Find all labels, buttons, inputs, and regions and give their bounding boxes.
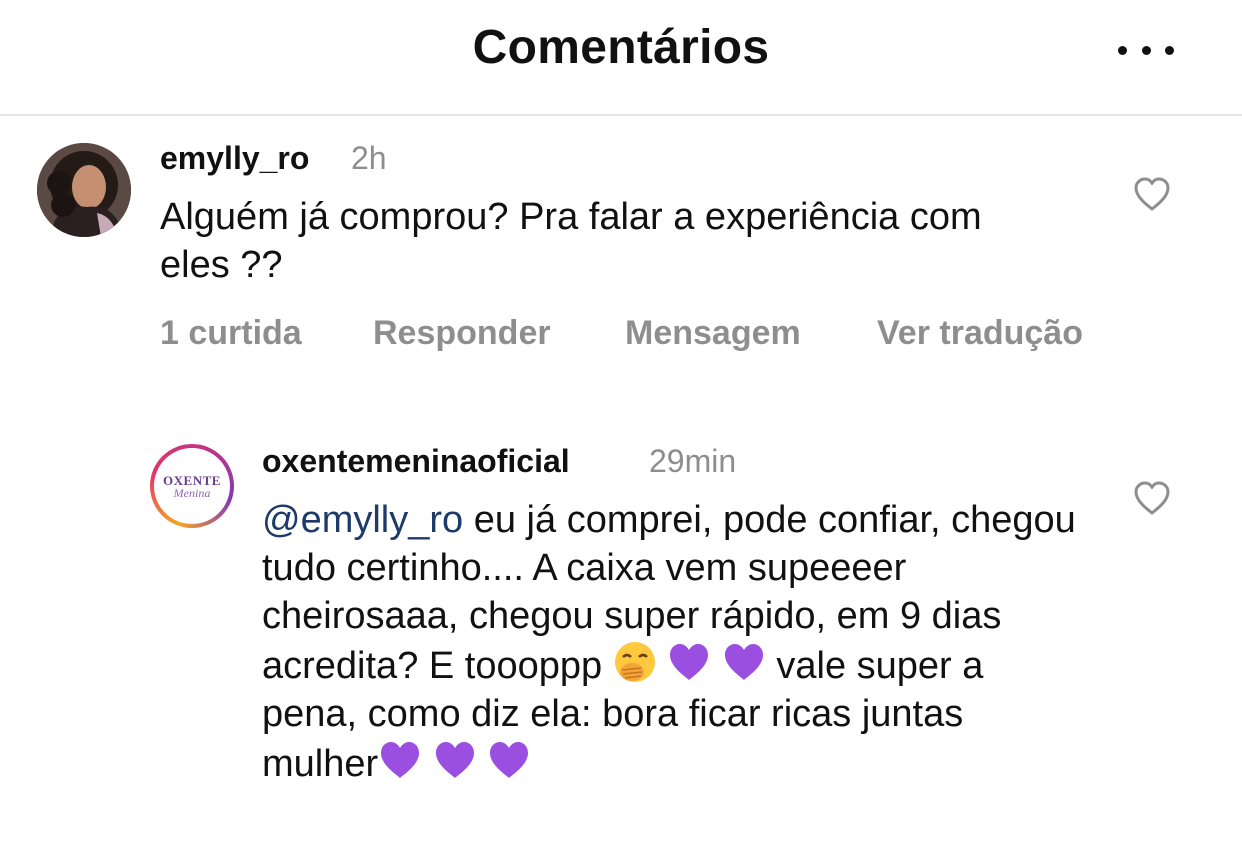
page-title: Comentários [472,21,770,74]
comment-text: Alguém já comprou? Pra falar a experiênc… [160,196,982,286]
dot [1141,45,1151,55]
purple-heart-emoji [667,640,711,684]
dot [1165,45,1174,55]
reply-timestamp: 29min [649,443,737,479]
purple-heart-emoji [487,738,531,782]
more-options-icon[interactable] [1118,38,1174,62]
comment-timestamp: 2h [351,140,387,176]
avatar-ring-inner: OXENTE Menina [154,448,230,524]
see-translation-button[interactable]: Ver tradução [877,314,1083,353]
avatar[interactable] [37,143,131,237]
dot [1118,45,1127,55]
reply-button[interactable]: Responder [373,314,551,353]
message-button[interactable]: Mensagem [625,314,801,353]
logo-subtext: Menina [173,485,211,500]
reply-text: @emylly_ro eu já comprei, pode confiar, … [262,496,1082,788]
comment-username[interactable]: emylly_ro [160,140,309,177]
hand-over-mouth-emoji [613,640,657,684]
heart-outline-icon[interactable] [1133,480,1171,516]
brand-logo: OXENTE Menina [158,452,226,520]
mention-link[interactable]: @emylly_ro [262,499,463,541]
avatar[interactable]: OXENTE Menina [150,444,234,528]
purple-heart-emoji [722,640,766,684]
header-bar: Comentários [0,0,1242,116]
purple-heart-emoji [378,738,422,782]
likes-count[interactable]: 1 curtida [160,314,302,353]
purple-heart-emoji [433,738,477,782]
reply-username[interactable]: oxentemeninaoficial [262,443,570,480]
logo-text: OXENTE [163,472,221,488]
heart-outline-icon[interactable] [1133,176,1171,212]
